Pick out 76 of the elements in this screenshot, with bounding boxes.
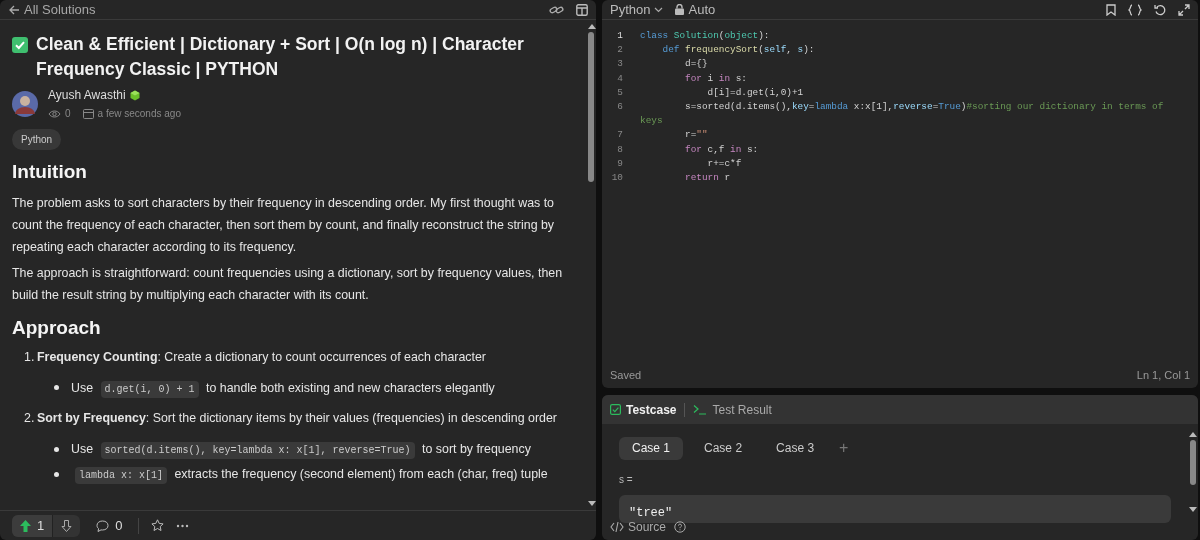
line-number: 10 (610, 171, 624, 186)
input-field[interactable]: "tree" (619, 495, 1171, 523)
section-heading: Approach (12, 316, 102, 340)
layout-icon[interactable] (576, 3, 588, 16)
author-name[interactable]: Ayush Awasthi (48, 86, 126, 104)
hexagon-badge-icon (129, 89, 140, 101)
undo-icon[interactable] (1154, 3, 1166, 16)
post-title: Clean & Efficient | Dictionary + Sort | O(n log n) | Character Frequency Classic | PYTHON (36, 33, 525, 81)
input-label: s = (619, 473, 634, 487)
code-line: for i in s: (684, 71, 748, 86)
bullet (54, 446, 59, 452)
case-tab[interactable]: Case 3 (763, 436, 828, 460)
mode-label: Auto (688, 0, 716, 19)
list-item-text: Sort by Frequency: Sort the dictionary items by their values (frequencies) in descending order (37, 410, 557, 428)
console-tab[interactable]: Testcase (610, 400, 677, 419)
code-line: d[i]=d.get(i,0)+1 (706, 85, 805, 100)
list-number: 1. (24, 349, 36, 366)
code-line: return r (684, 171, 732, 186)
save-status: Saved (610, 367, 642, 383)
language-dropdown[interactable]: Python (610, 0, 664, 20)
line-number: 6 (616, 100, 624, 114)
tag-chip[interactable]: Python (12, 129, 62, 150)
line-number: 2 (616, 43, 624, 58)
back-link[interactable]: All Solutions (8, 0, 96, 20)
post-time: a few seconds ago (97, 107, 181, 121)
case-tab[interactable]: Case 2 (691, 436, 756, 460)
avatar (12, 90, 38, 117)
comments-button[interactable]: 0 (92, 515, 127, 536)
eye-icon (48, 108, 61, 119)
lock-icon (675, 4, 685, 15)
checkbox-icon (610, 404, 621, 415)
paragraph: The approach is straightforward: count frequencies using a dictionary, sort by frequency values, then build the result string by multiplying each character with its count. (12, 265, 564, 304)
console-tab[interactable]: Test Result (693, 400, 772, 419)
view-count: 0 (65, 107, 71, 121)
help-icon[interactable] (674, 521, 687, 533)
code-icon (610, 521, 624, 533)
paragraph: The problem asks to sort characters by their frequency in descending order. My first thought was to count the frequency of each character, then sort them by count, and finally reconstruct the string by repeating each character according to its frequency. (12, 195, 556, 256)
more-icon[interactable] (176, 523, 190, 528)
link-icon[interactable] (549, 3, 564, 16)
comment-icon (96, 519, 110, 532)
code-line: for c,f in s: (684, 142, 760, 157)
section-heading: Intuition (12, 160, 88, 184)
list-number: 2. (24, 410, 36, 428)
terminal-icon (693, 404, 708, 415)
bullet-text: Use sorted(d.items(), key=lambda x: x[1], reverse=True) to sort by frequency (71, 439, 531, 459)
bookmark-icon[interactable] (1106, 3, 1116, 16)
expand-icon[interactable] (1178, 3, 1190, 16)
list-item-text: Frequency Counting: Create a dictionary to count occurrences of each character (37, 349, 486, 366)
line-number: 9 (616, 156, 624, 171)
star-icon[interactable] (151, 519, 165, 532)
line-number: 4 (616, 71, 624, 86)
bullet-text: lambda x: x[1] extracts the frequency (second element) from each (char, freq) tuple (71, 465, 548, 485)
code-line: def frequencySort(self, s): (661, 43, 816, 58)
back-arrow-icon[interactable] (8, 3, 20, 16)
bullet (54, 472, 59, 478)
bullet (54, 385, 59, 391)
calendar-icon (82, 108, 94, 119)
bullet-text: Use d.get(i, 0) + 1 to handle both existing and new characters elegantly (71, 378, 495, 398)
line-number: 7 (616, 128, 624, 143)
arrow-up-icon (20, 519, 31, 532)
check-mark-icon (12, 37, 28, 53)
code-line: s=sorted(d.items(),key=lambda x:x[1],reverse=True)#sorting our dictionary in terms of keys (640, 100, 1165, 129)
braces-icon[interactable] (1128, 3, 1142, 16)
chevron-down-icon (654, 6, 664, 13)
line-number: 1 (616, 29, 624, 43)
upvote-button[interactable]: 1 (12, 514, 53, 537)
line-number: 8 (616, 142, 624, 157)
code-line: class Solution(object): (640, 29, 771, 43)
cursor-position: Ln 1, Col 1 (1136, 367, 1190, 383)
code-line: r+=c*f (706, 156, 743, 171)
case-tab[interactable]: Case 1 (619, 436, 684, 460)
code-line: r="" (684, 128, 709, 143)
line-number: 5 (616, 85, 624, 100)
arrow-down-icon (61, 519, 73, 532)
line-number: 3 (616, 57, 624, 72)
code-line: d={} (684, 57, 709, 72)
